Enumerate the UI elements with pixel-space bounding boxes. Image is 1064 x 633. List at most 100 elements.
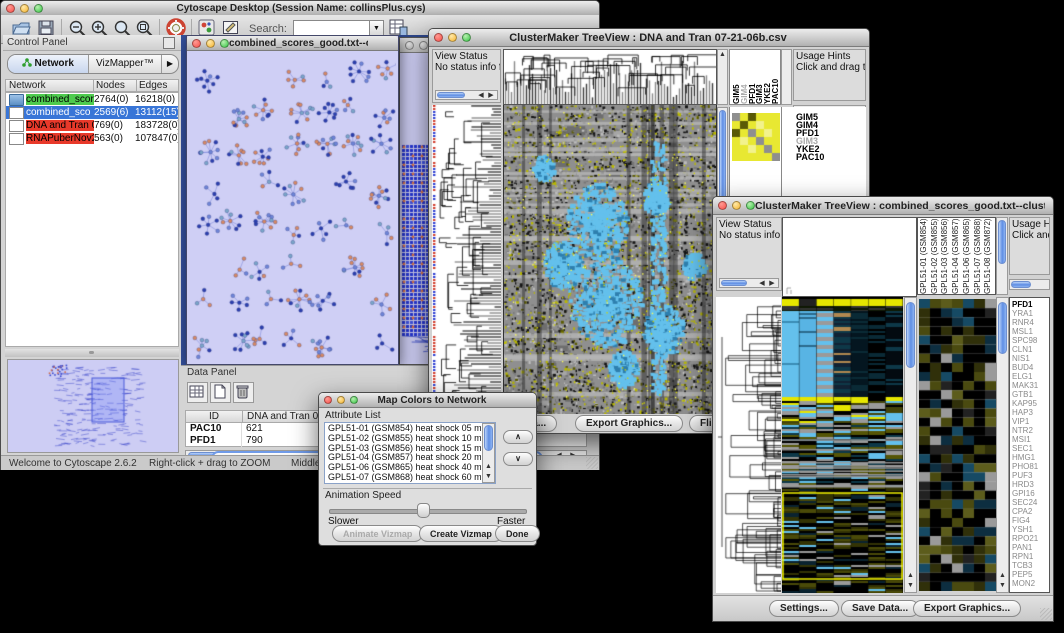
gene-label[interactable]: HRD3 — [1012, 480, 1049, 489]
tv1-label-vtrack[interactable] — [781, 49, 792, 105]
treeview1-title-bar[interactable]: ClusterMaker TreeView : DNA and Tran 07-… — [429, 29, 869, 47]
new-attribute-icon[interactable] — [210, 382, 231, 403]
attribute-list-item[interactable]: GPL51-04 (GSM857) heat shock 20 min — [328, 453, 481, 463]
tv2-heatmap-vscrollbar[interactable]: ▲ ▼ — [904, 297, 917, 593]
gene-label[interactable]: FIG4 — [1012, 516, 1049, 525]
col-id[interactable]: ID — [186, 411, 243, 422]
scroll-left-icon[interactable]: ◀ — [477, 92, 485, 100]
gene-label[interactable]: MSL1 — [1012, 327, 1049, 336]
gene-label[interactable]: SEC24 — [1012, 498, 1049, 507]
gene-label[interactable]: PAN1 — [1012, 543, 1049, 552]
gene-label[interactable]: TCB3 — [1012, 561, 1049, 570]
gene-label[interactable]: PUF3 — [1012, 471, 1049, 480]
tv1-correlation-matrix[interactable] — [732, 113, 780, 161]
gene-label[interactable]: VIP1 — [1012, 417, 1049, 426]
minimize-icon[interactable] — [20, 4, 29, 13]
close-icon[interactable] — [324, 396, 332, 404]
tv2-heatmap[interactable] — [782, 297, 903, 593]
gene-label[interactable]: NTR2 — [1012, 426, 1049, 435]
animation-speed-slider[interactable] — [329, 503, 525, 517]
zoom-window-icon[interactable] — [220, 39, 229, 48]
close-icon[interactable] — [405, 41, 414, 50]
tv1-top-vtrack[interactable]: ▲ — [717, 49, 728, 105]
attribute-list-item[interactable]: GPL51-01 (GSM854) heat shock 05 min — [328, 424, 481, 434]
network-list-row[interactable]: RNAPuberNov2+563(0)107847(0) — [6, 132, 178, 145]
zoom-window-icon[interactable] — [462, 33, 471, 42]
tab-vizmapper[interactable]: VizMapper™ — [89, 55, 162, 73]
gene-label[interactable]: CPA2 — [1012, 507, 1049, 516]
save-data-button[interactable]: Save Data... — [841, 600, 919, 617]
gene-label[interactable]: RNR4 — [1012, 318, 1049, 327]
treeview2-title-bar[interactable]: ClusterMaker TreeView : combined_scores_… — [713, 197, 1053, 215]
minimize-icon[interactable] — [337, 396, 345, 404]
float-panel-icon[interactable] — [163, 37, 175, 49]
scroll-up-icon[interactable]: ▲ — [905, 572, 916, 580]
scroll-up-icon[interactable]: ▲ — [997, 572, 1008, 580]
gene-label[interactable]: NIS1 — [1012, 354, 1049, 363]
close-icon[interactable] — [434, 33, 443, 42]
zoom-window-icon[interactable] — [746, 201, 755, 210]
gene-label[interactable]: RPN1 — [1012, 552, 1049, 561]
zoom-window-icon[interactable] — [350, 396, 358, 404]
gene-label[interactable]: GTB1 — [1012, 390, 1049, 399]
delete-attribute-trash-icon[interactable] — [233, 382, 254, 403]
slider-thumb[interactable] — [417, 503, 430, 518]
gene-label[interactable]: ELG1 — [1012, 372, 1049, 381]
tv1-column-dendrogram[interactable] — [503, 49, 717, 105]
network-overview-canvas[interactable] — [8, 360, 176, 450]
tv2-row-dendrogram[interactable] — [716, 297, 781, 593]
col-network[interactable]: Network — [6, 80, 94, 91]
scroll-right-icon[interactable]: ▶ — [487, 92, 495, 100]
gene-label[interactable]: PEP5 — [1012, 570, 1049, 579]
gene-label[interactable]: SPC98 — [1012, 336, 1049, 345]
gene-label[interactable]: PHO81 — [1012, 462, 1049, 471]
close-icon[interactable] — [718, 201, 727, 210]
scroll-up-icon[interactable]: ▲ — [483, 463, 494, 471]
gene-label[interactable]: MSI1 — [1012, 435, 1049, 444]
tv1-status-hscrollbar[interactable]: ◀ ▶ — [435, 90, 498, 100]
tv2-zoom-heatmap[interactable] — [919, 299, 996, 591]
minimize-icon[interactable] — [448, 33, 457, 42]
network-list-row[interactable]: combined_sco2569(6)13112(15) — [6, 106, 178, 119]
create-vizmap-button[interactable]: Create Vizmap — [419, 525, 503, 542]
tv2-hints-hscrollbar[interactable] — [1009, 279, 1050, 290]
resize-grip[interactable] — [586, 457, 598, 469]
scroll-down-icon[interactable]: ▼ — [905, 582, 916, 590]
gene-label[interactable]: SEC1 — [1012, 444, 1049, 453]
attribute-list-item[interactable]: GPL51-06 (GSM865) heat shock 40 min — [328, 463, 481, 473]
gene-label[interactable]: CLN1 — [1012, 345, 1049, 354]
settings-button[interactable]: Settings... — [769, 600, 839, 617]
move-up-button[interactable]: ∧ — [503, 430, 533, 444]
gene-label[interactable]: PFD1 — [1012, 300, 1049, 309]
col-edges[interactable]: Edges — [137, 80, 178, 91]
minimize-icon[interactable] — [206, 39, 215, 48]
col-nodes[interactable]: Nodes — [94, 80, 137, 91]
export-graphics-button[interactable]: Export Graphics... — [913, 600, 1021, 617]
minimize-icon[interactable] — [732, 201, 741, 210]
tv2-genes-vscrollbar[interactable]: ▲ ▼ — [996, 297, 1009, 593]
tv1-row-dendrogram[interactable] — [437, 105, 501, 416]
animate-vizmap-button[interactable]: Animate Vizmap — [332, 525, 423, 542]
network-list-row[interactable]: combined_scores2764(0)16218(0) — [6, 93, 178, 106]
resize-grip[interactable] — [1040, 608, 1052, 620]
tv2-column-dendrogram[interactable] — [782, 217, 917, 297]
tab-network[interactable]: Network — [8, 55, 89, 73]
scroll-down-icon[interactable]: ▼ — [483, 473, 494, 481]
close-icon[interactable] — [6, 4, 15, 13]
zoom-window-icon[interactable] — [34, 4, 43, 13]
scroll-down-icon[interactable]: ▼ — [997, 582, 1008, 590]
scroll-left-icon[interactable]: ◀ — [758, 280, 766, 288]
gene-label[interactable]: KAP95 — [1012, 399, 1049, 408]
main-title-bar[interactable]: Cytoscape Desktop (Session Name: collins… — [1, 1, 599, 16]
dialog-title-bar[interactable]: Map Colors to Network — [319, 393, 536, 408]
tab-overflow-arrow[interactable]: ▶ — [162, 55, 178, 73]
attribute-list-item[interactable]: GPL51-02 (GSM855) heat shock 10 min — [328, 434, 481, 444]
gene-label[interactable]: HAP3 — [1012, 408, 1049, 417]
attribute-list[interactable]: GPL51-01 (GSM854) heat shock 05 minGPL51… — [324, 422, 496, 484]
gene-label[interactable]: MAK31 — [1012, 381, 1049, 390]
close-icon[interactable] — [192, 39, 201, 48]
attribute-list-vscrollbar[interactable]: ▲ ▼ — [482, 423, 495, 483]
done-button[interactable]: Done — [495, 525, 540, 542]
table-view-icon[interactable] — [187, 382, 208, 403]
network-window-a[interactable]: combined_scores_good.txt--cluste... — [186, 35, 399, 365]
